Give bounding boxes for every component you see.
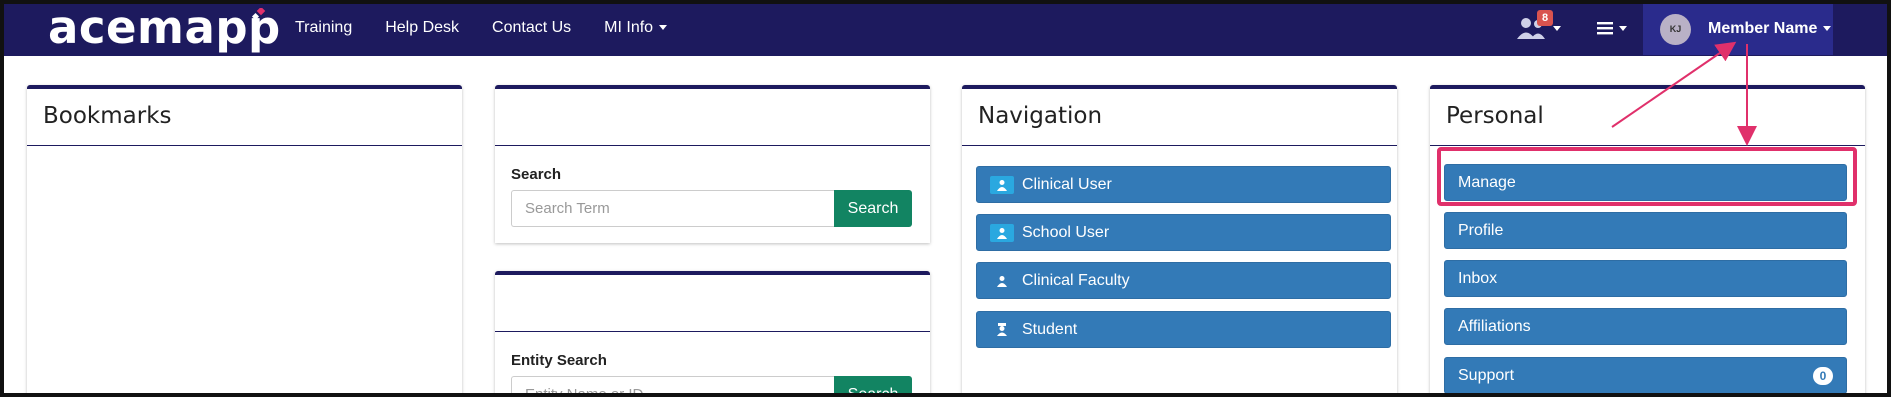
inbox-button[interactable]: Inbox <box>1444 260 1847 297</box>
support-label: Support <box>1458 366 1515 384</box>
search-button[interactable]: Search <box>834 190 912 227</box>
mi-info-label: MI Info <box>604 19 654 36</box>
nav-link-mi-info[interactable]: MI Info <box>604 19 668 37</box>
nav-button-clinical-faculty[interactable]: Clinical Faculty <box>976 262 1391 299</box>
affiliations-button[interactable]: Affiliations <box>1444 308 1847 345</box>
inbox-label: Inbox <box>1458 269 1498 287</box>
nav-button-school-user[interactable]: School User <box>976 214 1391 251</box>
search-input-group: Search Term Search <box>511 190 912 227</box>
main-menu-button[interactable] <box>1597 12 1627 44</box>
nav-link-help-desk[interactable]: Help Desk <box>385 19 459 37</box>
manage-label: Manage <box>1458 173 1516 191</box>
hamburger-icon <box>1597 22 1613 35</box>
entity-search-button[interactable]: Search <box>834 376 912 397</box>
support-count-badge: 0 <box>1813 367 1833 385</box>
nav-button-clinical-user[interactable]: Clinical User <box>976 166 1391 203</box>
avatar: KJ <box>1660 13 1691 45</box>
personal-title: Personal <box>1430 89 1865 146</box>
user-icon <box>990 223 1014 242</box>
search-panel-title <box>495 89 930 146</box>
user-icon <box>990 175 1014 194</box>
nav-links: Training Help Desk Contact Us MI Info <box>295 0 700 56</box>
chevron-down-icon <box>659 25 668 31</box>
profile-button[interactable]: Profile <box>1444 212 1847 249</box>
top-navbar: acemapp Training Help Desk Contact Us MI… <box>0 0 1891 56</box>
nav-link-training[interactable]: Training <box>295 19 352 37</box>
affiliations-label: Affiliations <box>1458 317 1531 335</box>
bookmarks-panel: Bookmarks <box>27 85 462 397</box>
nav-button-student[interactable]: Student <box>976 311 1391 348</box>
entity-search-label: Entity Search <box>511 352 607 369</box>
user-name-label: Member Name <box>1708 20 1818 37</box>
acemapp-logo[interactable]: acemapp <box>48 2 281 54</box>
chevron-down-icon <box>1823 26 1832 32</box>
search-input[interactable]: Search Term <box>511 190 834 227</box>
entity-search-input-group: Entity Name or ID Search <box>511 376 912 397</box>
manage-button[interactable]: Manage <box>1444 164 1847 201</box>
nav-button-label: Clinical Faculty <box>1022 271 1130 289</box>
profile-label: Profile <box>1458 221 1504 239</box>
user-icon <box>990 272 1014 290</box>
chevron-down-icon <box>1619 25 1627 31</box>
search-label: Search <box>511 166 562 183</box>
student-icon <box>990 321 1014 339</box>
chevron-down-icon <box>1553 25 1561 31</box>
nav-link-contact-us[interactable]: Contact Us <box>492 19 571 37</box>
entity-search-input[interactable]: Entity Name or ID <box>511 376 834 397</box>
notification-badge: 8 <box>1537 10 1553 26</box>
support-button[interactable]: Support 0 <box>1444 357 1847 394</box>
logo-accent-icon <box>251 8 266 21</box>
entity-panel-title <box>495 275 930 332</box>
nav-button-label: Student <box>1022 320 1078 338</box>
bookmarks-title: Bookmarks <box>27 89 462 146</box>
navigation-panel: Navigation Clinical User School User Cli… <box>962 85 1397 397</box>
personal-panel: Personal Manage Profile Inbox Affiliatio… <box>1430 85 1865 397</box>
navigation-title: Navigation <box>962 89 1397 146</box>
user-menu-button[interactable]: KJ Member Name <box>1643 3 1833 55</box>
search-panel: Search Search Term Search <box>495 85 930 243</box>
user-name: Member Name <box>1708 20 1832 38</box>
entity-search-panel: Entity Search Entity Name or ID Search <box>495 271 930 397</box>
nav-button-label: Clinical User <box>1022 175 1112 193</box>
nav-button-label: School User <box>1022 223 1110 241</box>
